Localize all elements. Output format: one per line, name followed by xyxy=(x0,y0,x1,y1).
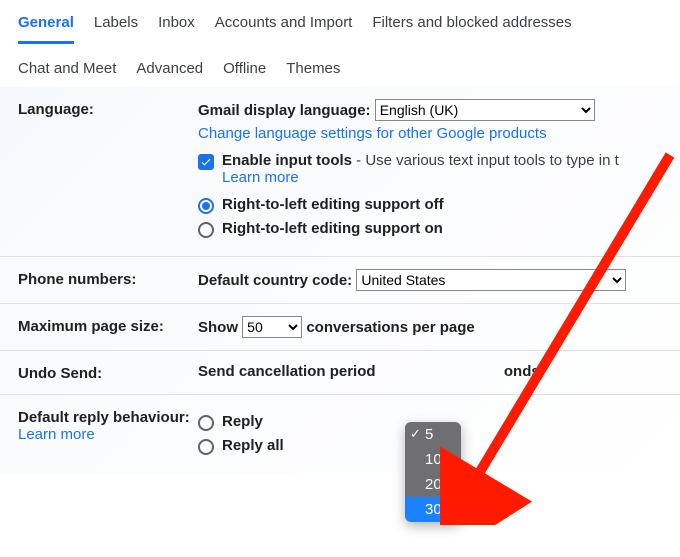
pagesize-select[interactable]: 50 xyxy=(242,316,302,338)
display-language-label: Gmail display language: xyxy=(198,102,371,119)
undo-text-before: Send cancellation period xyxy=(198,363,376,380)
reply-all-radio[interactable] xyxy=(198,439,214,455)
tab-offline[interactable]: Offline xyxy=(223,56,266,77)
tab-themes[interactable]: Themes xyxy=(286,56,340,77)
rtl-on-label: Right-to-left editing support on xyxy=(222,220,443,237)
reply-radio[interactable] xyxy=(198,415,214,431)
reply-label: Default reply behaviour: xyxy=(18,409,198,426)
undo-option-10[interactable]: 10 xyxy=(405,447,461,472)
input-tools-learn-more[interactable]: Learn more xyxy=(222,169,619,186)
pagesize-suffix: conversations per page xyxy=(306,319,474,336)
pagesize-label: Maximum page size: xyxy=(18,316,198,335)
settings-panel: Language: Gmail display language: Englis… xyxy=(0,87,680,473)
enable-input-tools-desc: - Use various text input tools to type i… xyxy=(352,152,619,169)
undo-text-after: onds xyxy=(504,363,540,380)
country-code-select[interactable]: United States xyxy=(356,269,626,291)
row-language: Language: Gmail display language: Englis… xyxy=(0,87,680,256)
tab-inbox[interactable]: Inbox xyxy=(158,10,195,44)
tab-filters[interactable]: Filters and blocked addresses xyxy=(372,10,571,44)
settings-tabs-row1: General Labels Inbox Accounts and Import… xyxy=(0,0,680,44)
check-icon xyxy=(200,156,212,168)
undo-option-5[interactable]: 5 xyxy=(405,422,461,447)
row-reply: Default reply behaviour: Learn more Repl… xyxy=(0,394,680,473)
row-phone: Phone numbers: Default country code: Uni… xyxy=(0,256,680,303)
display-language-select[interactable]: English (UK) xyxy=(375,99,595,121)
undo-label: Undo Send: xyxy=(18,363,198,382)
enable-input-tools-label: Enable input tools xyxy=(222,152,352,169)
language-label: Language: xyxy=(18,99,198,118)
pagesize-show: Show xyxy=(198,319,238,336)
rtl-off-radio[interactable] xyxy=(198,198,214,214)
undo-option-20[interactable]: 20 xyxy=(405,472,461,497)
row-pagesize: Maximum page size: Show 50 conversations… xyxy=(0,303,680,350)
tab-labels[interactable]: Labels xyxy=(94,10,138,44)
rtl-on-radio[interactable] xyxy=(198,222,214,238)
tab-general[interactable]: General xyxy=(18,10,74,44)
tab-chat[interactable]: Chat and Meet xyxy=(18,56,116,77)
reply-all-option-label: Reply all xyxy=(222,437,284,454)
tab-advanced[interactable]: Advanced xyxy=(136,56,203,77)
phone-label: Phone numbers: xyxy=(18,269,198,288)
country-code-label: Default country code: xyxy=(198,272,352,289)
rtl-off-label: Right-to-left editing support off xyxy=(222,196,444,213)
tab-accounts[interactable]: Accounts and Import xyxy=(215,10,353,44)
reply-learn-more[interactable]: Learn more xyxy=(18,426,198,443)
settings-tabs-row2: Chat and Meet Advanced Offline Themes xyxy=(0,44,680,87)
undo-send-dropdown[interactable]: 5 10 20 30 xyxy=(405,422,461,522)
reply-option-label: Reply xyxy=(222,413,263,430)
undo-option-30[interactable]: 30 xyxy=(405,497,461,522)
enable-input-tools-checkbox[interactable] xyxy=(198,154,214,170)
change-language-link[interactable]: Change language settings for other Googl… xyxy=(198,125,662,142)
row-undo: Undo Send: Send cancellation period onds xyxy=(0,350,680,394)
